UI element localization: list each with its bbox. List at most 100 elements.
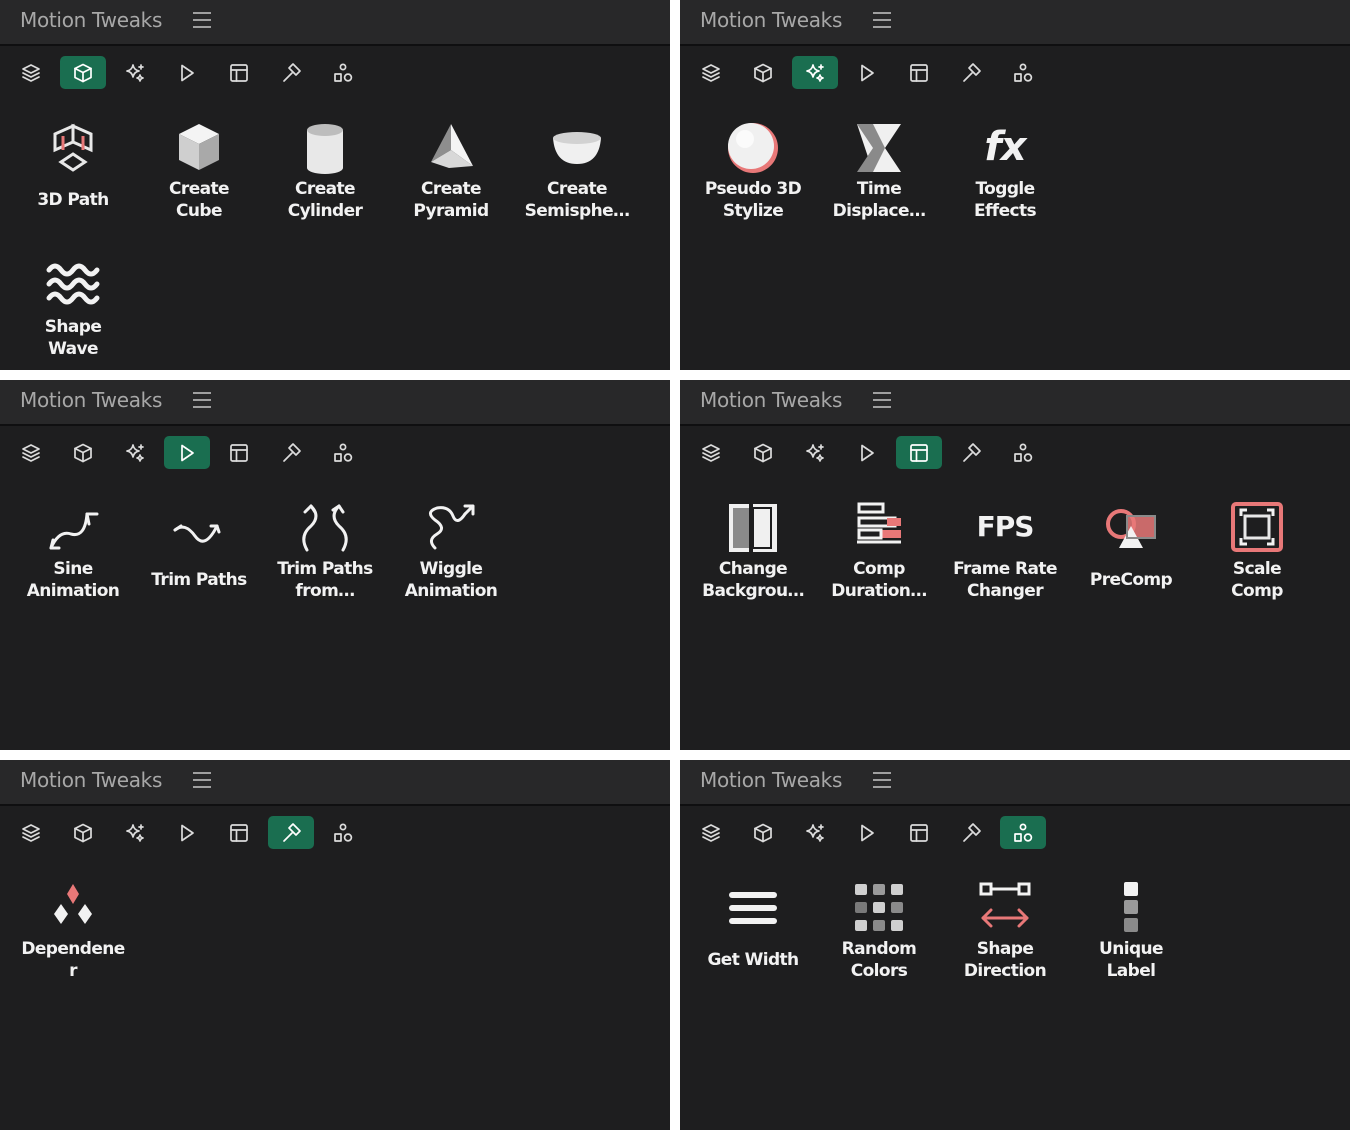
action-tile[interactable]: Pseudo 3D Stylize [691,120,815,240]
panel-composition: Motion Tweaks Change Backgrou… Comp Durati… [680,380,1350,750]
tab-cube[interactable] [740,816,786,849]
tab-play[interactable] [164,56,210,89]
tab-layers[interactable] [8,816,54,849]
action-tile[interactable]: Comp Duration… [817,500,941,620]
tile-label: Sine Animation [26,559,120,601]
tab-play[interactable] [844,816,890,849]
icon-text: FPS [977,510,1033,543]
hourglass-icon [851,120,907,176]
hamburger-menu-icon[interactable] [873,12,891,28]
action-tile[interactable]: fx Toggle Effects [943,120,1067,240]
tab-layers[interactable] [8,436,54,469]
tile-label: Time Displace… [832,179,926,221]
hamburger-menu-icon[interactable] [873,392,891,408]
action-tile[interactable]: 3D Path [11,120,135,240]
tab-shapes[interactable] [320,436,366,469]
tab-layout[interactable] [216,56,262,89]
panel-header: Motion Tweaks [680,760,1350,806]
tab-layout[interactable] [896,816,942,849]
action-tile[interactable]: Shape Direction [943,880,1067,1000]
tab-shapes[interactable] [1000,816,1046,849]
action-tile[interactable]: Dependene r [11,880,135,1000]
panel-header: Motion Tweaks [0,380,670,426]
panel-title: Motion Tweaks [700,768,843,792]
action-tile[interactable]: FPS Frame Rate Changer [943,500,1067,620]
tile-label: Comp Duration… [831,559,927,601]
tab-layers[interactable] [688,436,734,469]
layers-icon [702,443,720,462]
action-tile[interactable]: Sine Animation [11,500,135,620]
scale-comp-icon [1229,500,1285,556]
tab-layout[interactable] [896,436,942,469]
action-tile[interactable]: Wiggle Animation [389,500,513,620]
action-tile[interactable]: Trim Paths from… [263,500,387,620]
tab-cube[interactable] [740,56,786,89]
action-tile[interactable]: Create Semisphe… [515,120,639,240]
panel-header: Motion Tweaks [680,380,1350,426]
action-tile[interactable]: Create Pyramid [389,120,513,240]
tab-cube[interactable] [60,436,106,469]
shapes-icon [1014,443,1033,462]
tab-cube[interactable] [60,56,106,89]
tab-play[interactable] [164,816,210,849]
tab-cube[interactable] [740,436,786,469]
tab-shapes[interactable] [1000,436,1046,469]
panel-effects: Motion Tweaks Pseudo 3D Stylize Time Displ… [680,0,1350,370]
tab-sparkle[interactable] [792,56,838,89]
panel-header: Motion Tweaks [680,0,1350,46]
action-tile[interactable]: Create Cube [137,120,261,240]
action-tile[interactable]: Get Width [691,880,815,1000]
tab-hammer[interactable] [268,816,314,849]
action-tile[interactable]: Time Displace… [817,120,941,240]
tab-play[interactable] [164,436,210,469]
tab-sparkle[interactable] [112,816,158,849]
tab-sparkle[interactable] [112,56,158,89]
hamburger-menu-icon[interactable] [193,392,211,408]
grid-colors-icon [851,880,907,936]
hamburger-menu-icon[interactable] [873,772,891,788]
tab-hammer[interactable] [948,56,994,89]
layout-icon [910,443,928,462]
tile-label: Change Backgrou… [702,559,804,601]
tab-sparkle[interactable] [792,436,838,469]
action-tile[interactable]: Shape Wave [11,258,135,370]
tab-play[interactable] [844,436,890,469]
cube-icon [754,63,772,82]
tab-layout[interactable] [216,436,262,469]
tab-layout[interactable] [896,56,942,89]
tab-hammer[interactable] [268,56,314,89]
action-tile[interactable]: Unique Label [1069,880,1193,1000]
tab-shapes[interactable] [1000,56,1046,89]
tile-label: Create Cylinder [287,179,363,221]
hammer-icon [283,62,301,82]
tile-label: Unique Label [1099,939,1164,981]
shapes-icon [334,443,353,462]
tab-hammer[interactable] [268,436,314,469]
sparkle-icon [126,63,144,82]
tab-layers[interactable] [688,816,734,849]
tab-shapes[interactable] [320,56,366,89]
tab-layers[interactable] [688,56,734,89]
action-tile[interactable]: Trim Paths [137,500,261,620]
tab-hammer[interactable] [948,436,994,469]
tab-layers[interactable] [8,56,54,89]
hamburger-menu-icon[interactable] [193,12,211,28]
tab-hammer[interactable] [948,816,994,849]
tab-sparkle[interactable] [792,816,838,849]
tab-layout[interactable] [216,816,262,849]
action-tile[interactable]: Create Cylinder [263,120,387,240]
shapes-icon [1014,823,1033,842]
action-tile[interactable]: PreComp [1069,500,1193,620]
hamburger-menu-icon[interactable] [193,772,211,788]
action-tile[interactable]: Random Colors [817,880,941,1000]
tab-shapes[interactable] [320,816,366,849]
cylinder-icon [297,120,353,176]
tab-play[interactable] [844,56,890,89]
tile-label: 3D Path [37,190,109,210]
tab-sparkle[interactable] [112,436,158,469]
tab-cube[interactable] [60,816,106,849]
action-tile[interactable]: Change Backgrou… [691,500,815,620]
semisphere-icon [549,120,605,176]
action-tile[interactable]: Scale Comp [1195,500,1319,620]
wave-icon [45,258,101,314]
